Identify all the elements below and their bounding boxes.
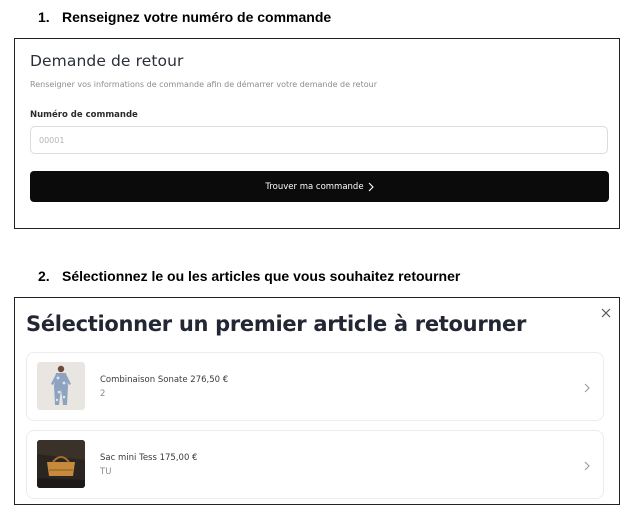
article-name: Combinaison Sonate 276,50 € <box>100 375 229 385</box>
step-1-text: Renseignez votre numéro de commande <box>62 9 332 25</box>
return-request-title: Demande de retour <box>30 52 184 70</box>
step-2-heading: 2. Sélectionnez le ou les articles que vo… <box>38 268 460 284</box>
find-order-button[interactable]: Trouver ma commande <box>30 171 609 202</box>
article-variant: TU <box>100 467 112 477</box>
chevron-right-icon <box>583 381 591 393</box>
article-picker-title: Sélectionner un premier article à retour… <box>26 312 527 336</box>
jumpsuit-image <box>37 362 85 410</box>
order-number-input[interactable] <box>30 126 608 154</box>
step-1-heading: 1. Renseignez votre numéro de commande <box>38 9 331 25</box>
find-order-button-label: Trouver ma commande <box>265 181 364 192</box>
step-2-text: Sélectionnez le ou les articles que vous… <box>62 268 461 284</box>
order-number-label: Numéro de commande <box>30 110 138 120</box>
step-2-number: 2. <box>38 268 50 284</box>
article-card[interactable]: Combinaison Sonate 276,50 € 2 <box>26 352 604 421</box>
return-request-panel: Demande de retour Renseigner vos informa… <box>14 38 620 229</box>
article-variant: 2 <box>100 389 106 399</box>
bag-image <box>37 440 85 488</box>
article-picker-panel: Sélectionner un premier article à retour… <box>14 297 620 505</box>
chevron-right-icon <box>368 182 374 192</box>
step-1-number: 1. <box>38 9 50 25</box>
article-name: Sac mini Tess 175,00 € <box>100 453 198 463</box>
chevron-right-icon <box>583 459 591 471</box>
return-request-subtitle: Renseigner vos informations de commande … <box>30 80 377 89</box>
article-card[interactable]: Sac mini Tess 175,00 € TU <box>26 430 604 499</box>
close-icon[interactable] <box>599 306 613 320</box>
